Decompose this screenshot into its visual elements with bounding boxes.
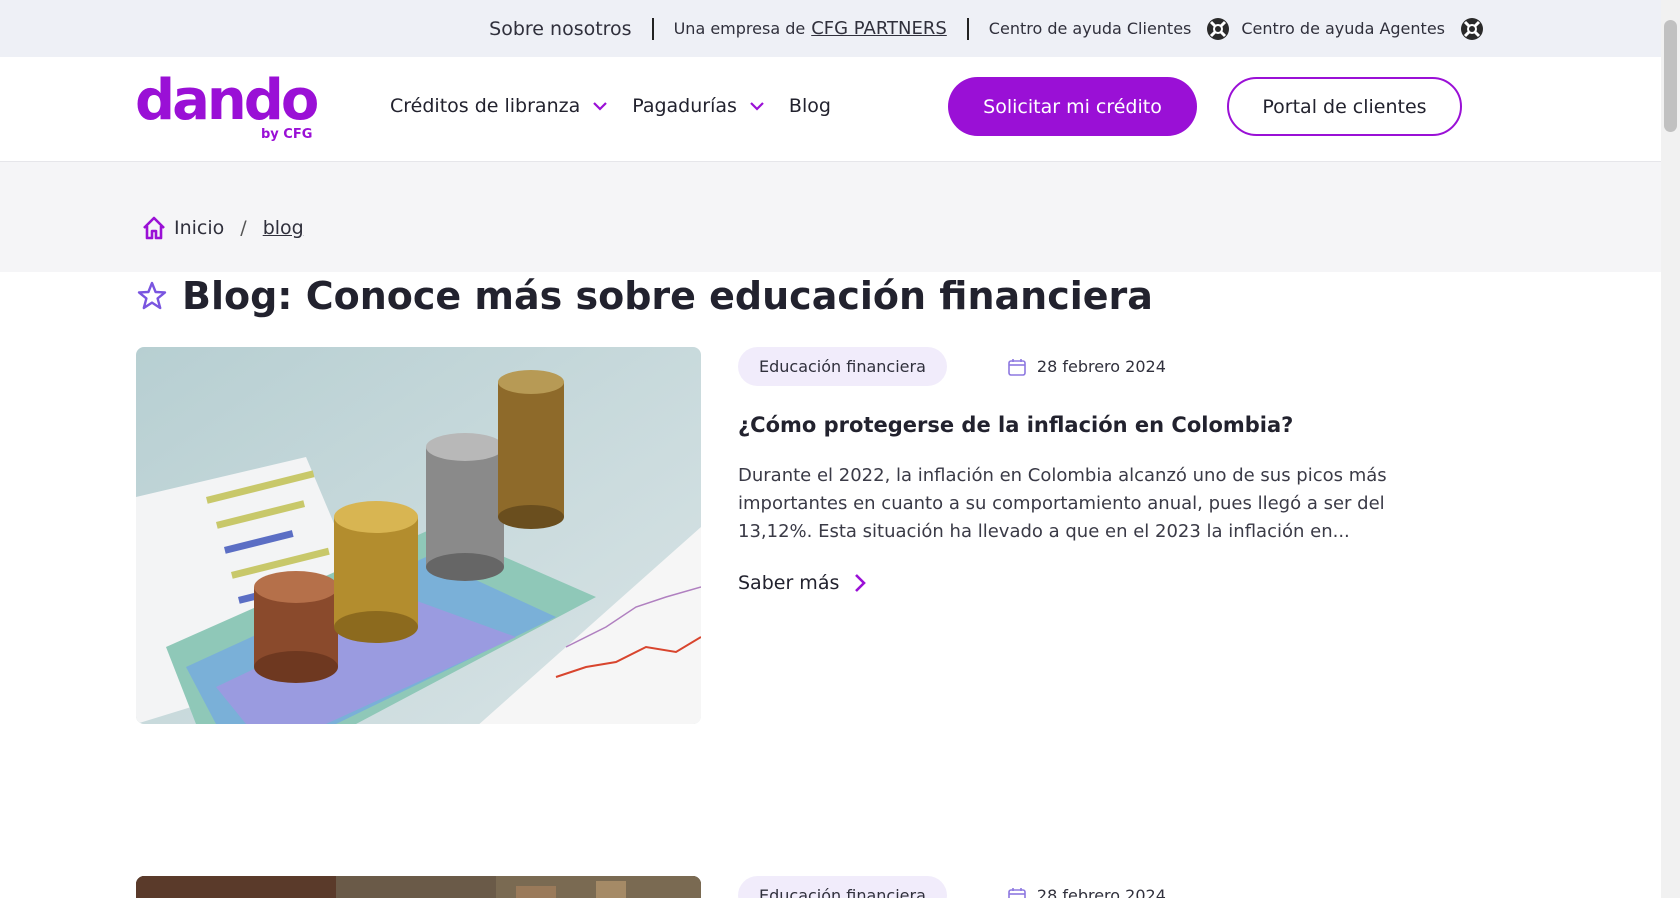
article-image-preview <box>136 876 701 898</box>
article-date: 28 febrero 2024 <box>1007 886 1166 898</box>
saber-mas-link[interactable]: Saber más <box>738 572 867 594</box>
help-clients-link[interactable]: Centro de ayuda Clientes <box>989 19 1192 38</box>
breadcrumb-separator: / <box>240 217 247 239</box>
divider <box>966 17 969 40</box>
breadcrumb-band: Inicio / blog <box>0 162 1661 272</box>
scrollbar-thumb[interactable] <box>1664 20 1677 132</box>
top-utility-bar: Sobre nosotros Una empresa de CFG PARTNE… <box>0 0 1661 57</box>
nav-blog[interactable]: Blog <box>789 95 831 117</box>
page-scrollbar[interactable] <box>1661 0 1680 898</box>
logo-subtitle: by CFG <box>261 127 313 142</box>
breadcrumb: Inicio / blog <box>140 214 304 242</box>
article-excerpt: Durante el 2022, la inflación en Colombi… <box>738 465 1387 542</box>
breadcrumb-home[interactable]: Inicio <box>174 217 224 239</box>
article-title[interactable]: ¿Cómo protegerse de la inflación en Colo… <box>738 413 1438 437</box>
article-date: 28 febrero 2024 <box>1007 357 1166 377</box>
article-date-text: 28 febrero 2024 <box>1036 886 1166 898</box>
portal-clientes-button[interactable]: Portal de clientes <box>1227 77 1462 136</box>
lifebuoy-icon[interactable] <box>1459 16 1485 42</box>
saber-mas-label: Saber más <box>738 572 840 594</box>
page-title: Blog: Conoce más sobre educación financi… <box>136 274 1153 318</box>
about-link[interactable]: Sobre nosotros <box>489 18 631 40</box>
article-meta: Educación financiera 28 febrero 2024 <box>738 347 1166 386</box>
solicitar-credito-button[interactable]: Solicitar mi crédito <box>948 77 1197 136</box>
nav-creditos-libranza[interactable]: Créditos de libranza <box>390 95 608 117</box>
article-date-text: 28 febrero 2024 <box>1036 357 1166 376</box>
help-agents-link[interactable]: Centro de ayuda Agentes <box>1241 19 1445 38</box>
main-header: dando by CFG Créditos de libranza Pagadu… <box>0 57 1661 162</box>
home-icon[interactable] <box>140 214 168 242</box>
nav-label: Créditos de libranza <box>390 95 581 117</box>
page-title-text: Blog: Conoce más sobre educación financi… <box>182 274 1153 318</box>
chevron-right-icon <box>855 574 867 592</box>
nav-pagadurias[interactable]: Pagadurías <box>632 95 765 117</box>
chevron-down-icon <box>750 102 764 111</box>
nav-label: Blog <box>788 95 831 117</box>
coins-and-charts-image <box>136 347 701 724</box>
calendar-icon <box>1008 887 1026 898</box>
article-image[interactable] <box>136 347 701 724</box>
cfg-partners-link[interactable]: CFG PARTNERS <box>811 18 947 39</box>
logo-wordmark: dando <box>135 68 319 133</box>
lifebuoy-icon[interactable] <box>1205 16 1231 42</box>
breadcrumb-current[interactable]: blog <box>263 217 304 239</box>
dando-logo[interactable]: dando by CFG <box>135 68 319 143</box>
article-image[interactable] <box>136 876 701 898</box>
divider <box>651 17 654 40</box>
main-nav: Créditos de libranza Pagadurías Blog <box>390 95 855 117</box>
category-tag[interactable]: Educación financiera <box>738 876 947 898</box>
chevron-down-icon <box>593 102 608 111</box>
nav-label: Pagadurías <box>632 95 737 117</box>
category-tag[interactable]: Educación financiera <box>738 347 947 386</box>
company-prefix: Una empresa de <box>673 19 806 38</box>
article-meta: Educación financiera 28 febrero 2024 <box>738 876 1166 898</box>
star-icon <box>137 281 167 310</box>
calendar-icon <box>1008 358 1026 376</box>
